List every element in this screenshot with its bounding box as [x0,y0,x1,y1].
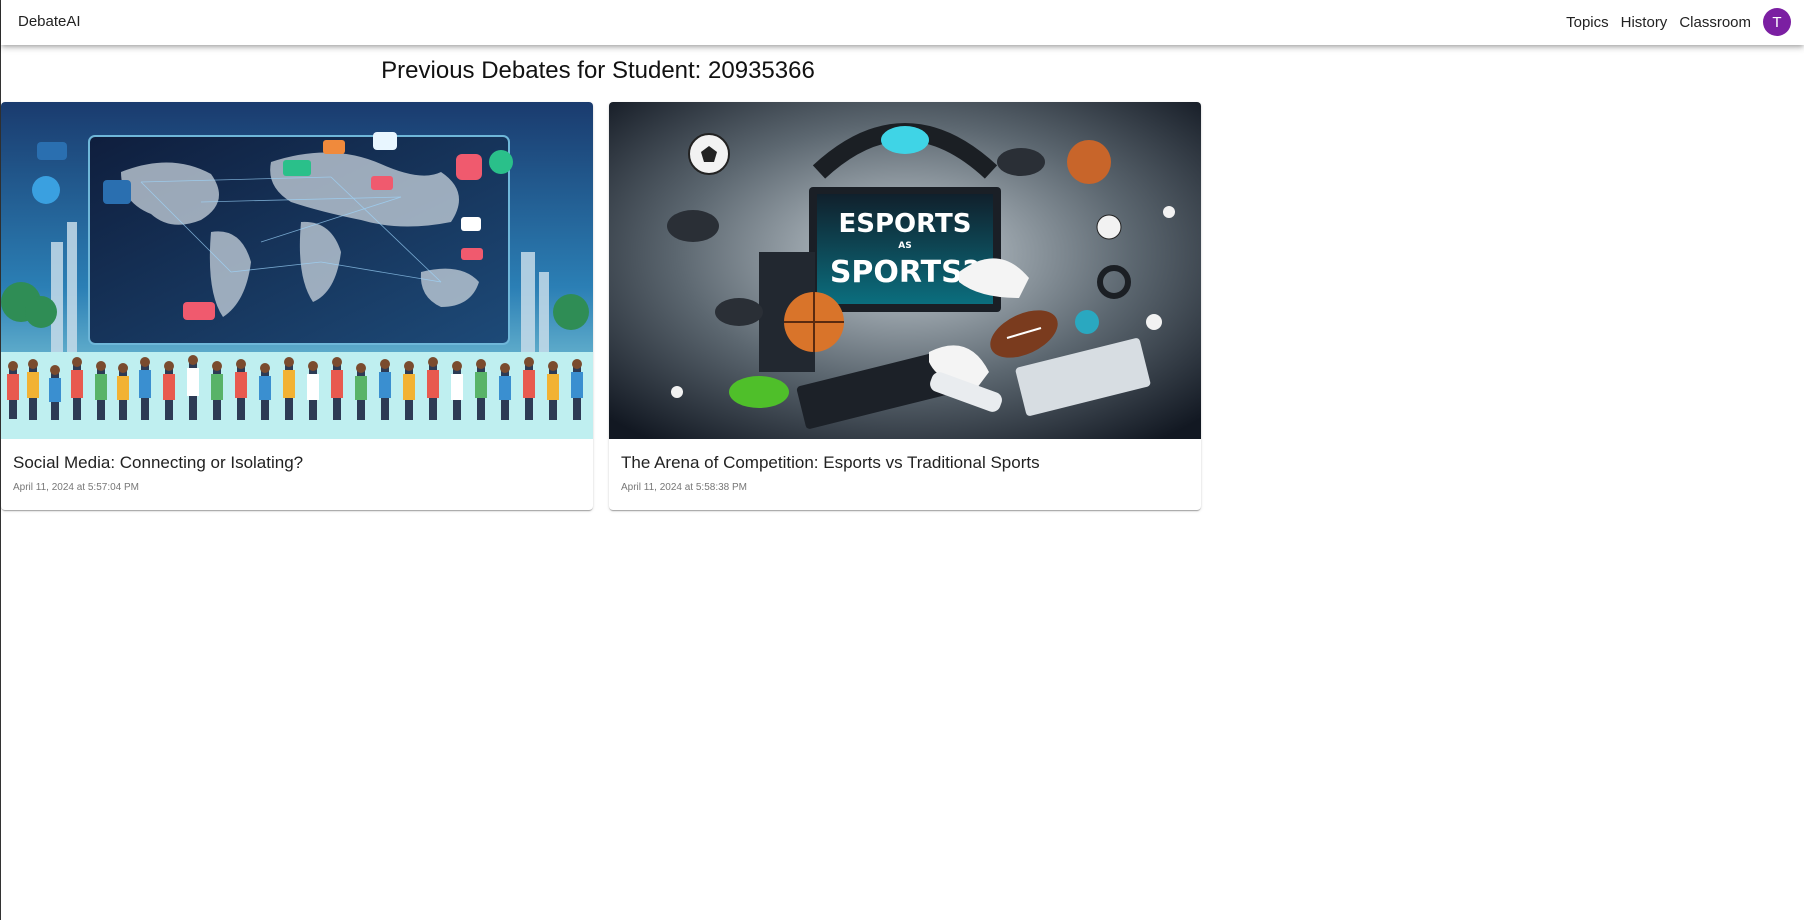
sports-image-text: SPORTS? [830,255,980,290]
debate-card-image[interactable]: ESPORTS AS SPORTS? [609,102,1201,439]
top-nav: Topics History Classroom T [1554,8,1791,36]
user-avatar[interactable]: T [1763,8,1791,36]
brand-logo-text[interactable]: DebateAI [18,13,81,30]
esports-image-text: ESPORTS [839,209,972,239]
nav-topics-link[interactable]: Topics [1566,14,1609,31]
app-bar: DebateAI Topics History Classroom T [1,0,1804,45]
debate-card-date: April 11, 2024 at 5:58:38 PM [621,482,748,493]
debate-card[interactable]: ESPORTS AS SPORTS? The Arena of Competit… [609,102,1201,510]
nav-history-link[interactable]: History [1621,14,1668,31]
debate-card-title: The Arena of Competition: Esports vs Tra… [621,453,1040,472]
page-title: Previous Debates for Student: 20935366 [381,57,815,84]
social-media-illustration [1,102,593,439]
debate-card[interactable]: Social Media: Connecting or Isolating? A… [1,102,593,510]
debate-card-image[interactable] [1,102,593,439]
esports-image-text-as: AS [898,241,911,251]
debate-card-title: Social Media: Connecting or Isolating? [13,453,304,472]
nav-classroom-link[interactable]: Classroom [1679,14,1751,31]
esports-illustration: ESPORTS AS SPORTS? [609,102,1201,439]
debate-card-date: April 11, 2024 at 5:57:04 PM [13,482,140,493]
